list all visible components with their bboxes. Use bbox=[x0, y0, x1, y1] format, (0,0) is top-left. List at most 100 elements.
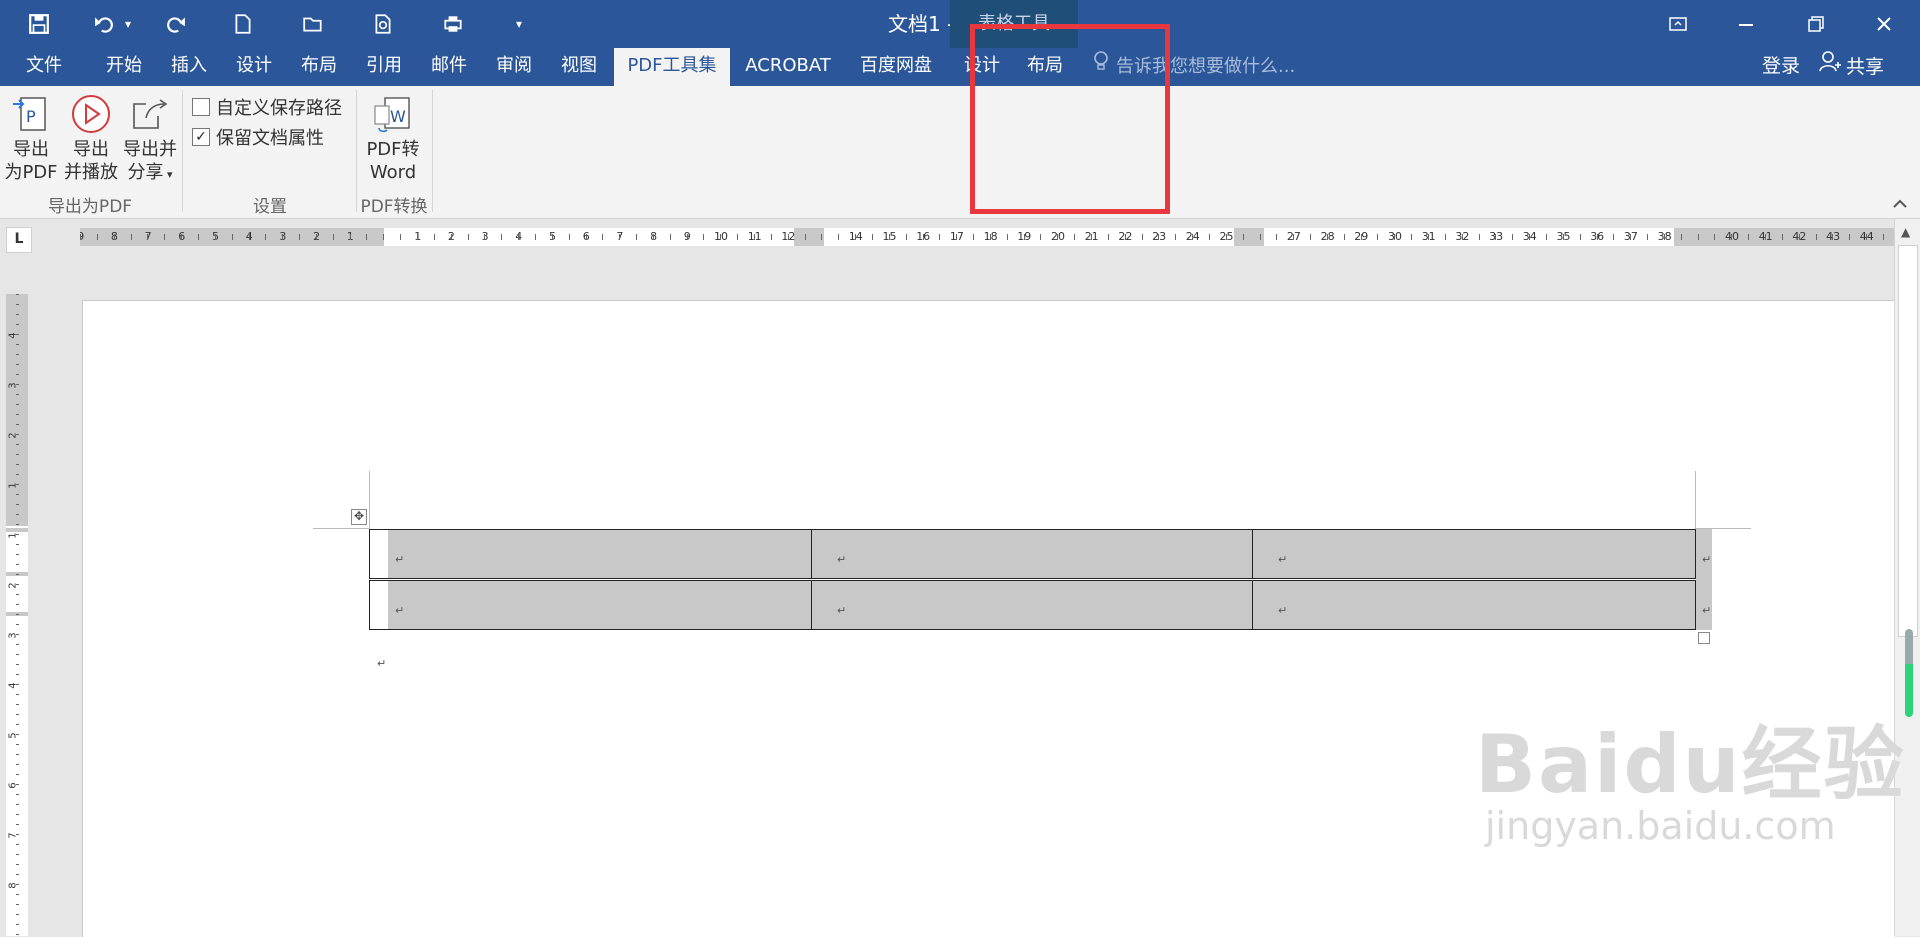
ruler-tick bbox=[1697, 234, 1699, 240]
vertical-ruler-tick bbox=[16, 304, 19, 305]
vertical-ruler-tick bbox=[16, 874, 19, 875]
vertical-ruler-tick bbox=[16, 774, 19, 775]
table-cell[interactable] bbox=[369, 529, 812, 579]
table-cell[interactable] bbox=[1252, 580, 1696, 630]
vertical-ruler-tick bbox=[16, 794, 19, 795]
ruler-tick bbox=[1225, 234, 1227, 240]
customize-qat-icon[interactable]: ▾ bbox=[504, 8, 534, 40]
pdf-to-word-icon: W bbox=[371, 92, 415, 136]
ruler-tick bbox=[1192, 234, 1194, 240]
ruler-tick bbox=[973, 234, 975, 240]
print-preview-icon[interactable] bbox=[366, 8, 400, 40]
ruler-tick bbox=[1175, 234, 1177, 240]
tab-mailings[interactable]: 邮件 bbox=[419, 48, 479, 86]
ruler-tick bbox=[1107, 234, 1109, 240]
tab-view[interactable]: 视图 bbox=[549, 48, 609, 86]
tab-review[interactable]: 审阅 bbox=[484, 48, 544, 86]
ruler-tick bbox=[1158, 234, 1160, 240]
open-folder-icon[interactable] bbox=[296, 8, 330, 40]
export-and-share-button[interactable]: 导出并 分享 ▾ bbox=[122, 92, 178, 186]
vertical-ruler-tick bbox=[16, 674, 19, 675]
ruler-tick bbox=[417, 234, 418, 240]
vertical-ruler-tick bbox=[16, 784, 19, 785]
ruler-tick bbox=[113, 234, 115, 240]
custom-save-path-checkbox[interactable]: 自定义保存路径 bbox=[192, 94, 342, 120]
tab-design[interactable]: 设计 bbox=[224, 48, 284, 86]
table-resize-handle[interactable] bbox=[1698, 632, 1710, 644]
ruler-tick bbox=[1057, 234, 1059, 240]
checkbox-checked[interactable]: ✓ bbox=[192, 128, 210, 146]
baidu-watermark-logo: Baidu经验 jingyan.baidu.com bbox=[1475, 725, 1906, 848]
ruler-tick bbox=[1849, 234, 1851, 240]
export-pdf-button[interactable]: P 导出 为PDF bbox=[4, 92, 58, 184]
vertical-ruler-tick bbox=[16, 394, 19, 395]
tab-baidu-netdisk[interactable]: 百度网盘 bbox=[851, 48, 941, 86]
table-move-handle-icon[interactable]: ✥ bbox=[351, 509, 367, 525]
vertical-ruler[interactable]: 432112345678 bbox=[6, 294, 28, 936]
table-cell[interactable] bbox=[811, 529, 1253, 579]
restore-icon[interactable] bbox=[1784, 0, 1848, 48]
export-and-play-button[interactable]: 导出 并播放 bbox=[62, 92, 120, 184]
ruler-column-marker[interactable] bbox=[794, 228, 824, 246]
group-label-export-pdf: 导出为PDF bbox=[47, 197, 133, 217]
minimize-icon[interactable] bbox=[1714, 0, 1778, 48]
table-cell[interactable] bbox=[811, 580, 1253, 630]
tab-insert[interactable]: 插入 bbox=[159, 48, 219, 86]
scrollbar-thumb[interactable] bbox=[1898, 245, 1918, 637]
margin-guide bbox=[1695, 471, 1696, 529]
tab-file[interactable]: 文件 bbox=[14, 48, 74, 86]
table-cell[interactable] bbox=[1252, 529, 1696, 579]
collapse-ribbon-icon[interactable] bbox=[1890, 196, 1910, 212]
tab-layout[interactable]: 布局 bbox=[289, 48, 349, 86]
ruler-tick bbox=[1478, 234, 1480, 240]
undo-icon[interactable] bbox=[88, 8, 122, 40]
close-icon[interactable] bbox=[1852, 0, 1916, 48]
quick-print-icon[interactable] bbox=[436, 8, 470, 40]
vertical-ruler-tick bbox=[16, 334, 19, 335]
redo-icon[interactable] bbox=[158, 8, 192, 40]
ruler-tick bbox=[282, 234, 284, 240]
ribbon-display-options-icon[interactable] bbox=[1646, 0, 1710, 48]
undo-dropdown-icon[interactable]: ▾ bbox=[118, 8, 138, 40]
vertical-ruler-tick bbox=[16, 654, 19, 655]
ruler-tick bbox=[1630, 234, 1632, 240]
ruler-tick bbox=[315, 234, 317, 240]
ruler-tick bbox=[1647, 234, 1649, 240]
watermark-url-text: jingyan.baidu.com bbox=[1485, 804, 1836, 848]
pdf-to-word-button[interactable]: W PDF转 Word bbox=[362, 92, 424, 184]
ruler-tick bbox=[501, 234, 503, 240]
table-cell[interactable] bbox=[369, 580, 812, 630]
ruler-tick bbox=[299, 234, 301, 240]
play-icon bbox=[69, 92, 113, 136]
vertical-ruler-tick bbox=[16, 494, 19, 495]
ruler-tick bbox=[686, 234, 688, 240]
ruler-tick bbox=[1882, 234, 1884, 240]
tab-home[interactable]: 开始 bbox=[94, 48, 154, 86]
ruler-tick bbox=[989, 234, 991, 240]
ruler-tick bbox=[1242, 234, 1244, 240]
new-document-icon[interactable] bbox=[226, 8, 260, 40]
login-link[interactable]: 登录 bbox=[1762, 48, 1800, 86]
ruler-tick bbox=[1765, 234, 1766, 240]
scroll-up-icon[interactable]: ▲ bbox=[1901, 225, 1910, 239]
tab-pdf-tools[interactable]: PDF工具集 bbox=[614, 48, 730, 86]
share-button[interactable]: 共享 bbox=[1818, 48, 1884, 86]
checkbox-unchecked[interactable] bbox=[192, 98, 210, 116]
horizontal-ruler[interactable]: 9876543211234567891011121415161718192021… bbox=[80, 228, 1894, 246]
ruler-tick bbox=[1748, 234, 1750, 240]
tab-references[interactable]: 引用 bbox=[354, 48, 414, 86]
tab-acrobat[interactable]: ACROBAT bbox=[735, 48, 841, 86]
ruler-tick bbox=[433, 234, 435, 240]
save-icon[interactable] bbox=[22, 8, 56, 40]
ruler-tick bbox=[1023, 234, 1025, 240]
vertical-ruler-tick bbox=[16, 704, 19, 705]
keep-doc-properties-checkbox[interactable]: ✓ 保留文档属性 bbox=[192, 124, 324, 150]
vertical-ruler-tick bbox=[16, 294, 19, 295]
group-separator bbox=[432, 90, 433, 212]
ruler-tick bbox=[1360, 234, 1362, 240]
ruler-tick bbox=[1394, 234, 1396, 240]
tab-selector[interactable]: L bbox=[6, 227, 32, 253]
cell-end-mark: ↵ bbox=[837, 604, 847, 617]
vertical-ruler-tick bbox=[16, 464, 19, 465]
ruler-tick bbox=[1579, 234, 1581, 240]
